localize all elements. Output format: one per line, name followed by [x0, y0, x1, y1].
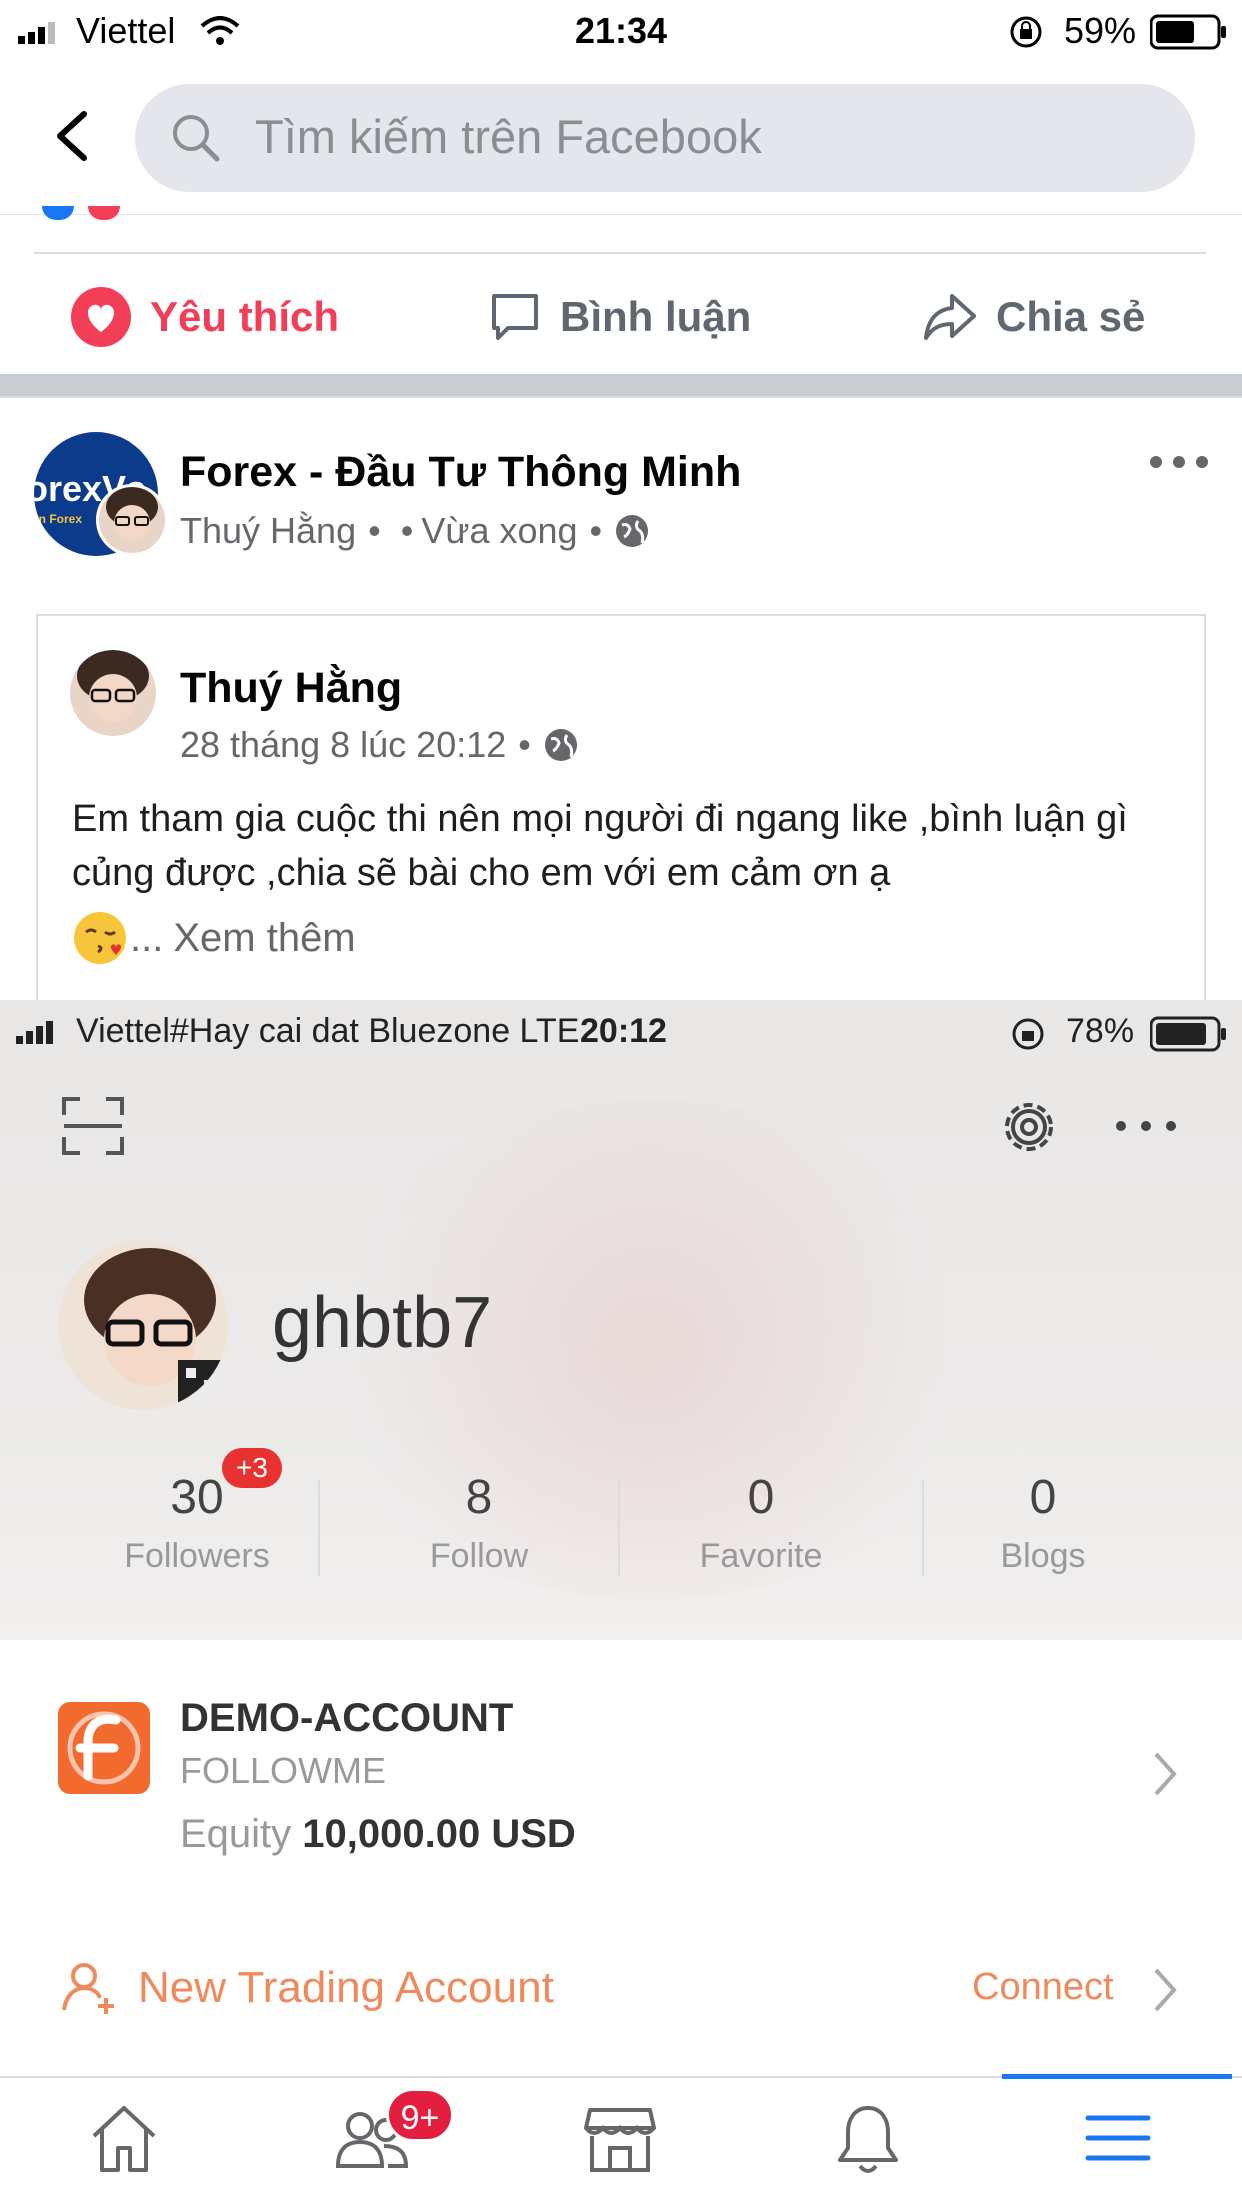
like-label: Yêu thích: [150, 293, 340, 340]
share-label: Chia sẻ: [996, 293, 1146, 340]
account-subtitle: FOLLOWME: [180, 1750, 387, 1791]
post-meta: Thuý Hằng • • Vừa xong •: [180, 510, 650, 552]
like-reaction-icon: [42, 206, 74, 220]
battery-percent: 59%: [1064, 10, 1137, 51]
share-button[interactable]: Chia sẻ: [922, 282, 1145, 352]
image-battery-percent: 78%: [1066, 1012, 1135, 1050]
meta-dot: •: [589, 510, 603, 551]
ellipsis: ...: [130, 915, 164, 960]
meta-dot: •: [368, 510, 381, 551]
account-title[interactable]: DEMO-ACCOUNT: [180, 1696, 513, 1741]
person-photo-icon: [77, 650, 149, 722]
chevron-right-icon[interactable]: [1150, 1748, 1180, 1800]
bottom-nav: [0, 2076, 1242, 2208]
stat-label: Blogs: [1000, 1537, 1086, 1575]
shared-author-name[interactable]: Thuý Hằng: [180, 664, 402, 713]
stat-value: 0: [747, 1471, 775, 1524]
stat-blogs[interactable]: 0 Blogs: [902, 1440, 1184, 1576]
followers-badge: +3: [222, 1448, 282, 1488]
back-arrow-icon[interactable]: [50, 110, 92, 162]
author-name[interactable]: Thuý Hằng: [180, 510, 356, 552]
person-photo-icon: [84, 1248, 228, 1410]
search-icon: [173, 115, 220, 162]
globe-icon: [544, 729, 577, 761]
person-photo-icon: [106, 487, 158, 541]
like-button[interactable]: Yêu thích: [70, 282, 339, 352]
comment-label: Bình luận: [560, 293, 752, 340]
new-trading-account-button[interactable]: New Trading Account: [62, 1960, 554, 2016]
meta-dot: •: [518, 724, 531, 765]
globe-icon: [616, 515, 649, 547]
profile-avatar[interactable]: [58, 1240, 228, 1410]
friends-badge: 9+: [386, 2088, 454, 2142]
search-bar[interactable]: Tìm kiếm trên Facebook: [135, 84, 1195, 192]
stat-value: 30: [170, 1471, 224, 1524]
account-equity: Equity 10,000.00 USD: [180, 1812, 576, 1857]
feed-separator-line: [0, 396, 1242, 398]
love-reaction-icon: [88, 206, 120, 220]
connect-link[interactable]: Connect: [972, 1966, 1114, 2009]
shared-post-date[interactable]: 28 tháng 8 lúc 20:12: [180, 724, 506, 766]
heart-icon: [71, 287, 131, 347]
stat-label: Favorite: [699, 1537, 823, 1575]
post-time[interactable]: Vừa xong: [421, 510, 577, 552]
signal-icon: [16, 1021, 53, 1044]
page-name[interactable]: Forex - Đầu Tư Thông Minh: [180, 448, 741, 497]
author-mini-avatar[interactable]: [96, 484, 168, 556]
tab-menu[interactable]: [994, 2100, 1242, 2190]
meta-dot: •: [400, 510, 414, 551]
search-placeholder: Tìm kiếm trên Facebook: [255, 110, 762, 163]
shared-post-text: Em tham gia cuộc thi nên mọi người đi ng…: [72, 798, 1128, 894]
stat-label: Follow: [429, 1537, 529, 1575]
comment-icon: [492, 294, 538, 340]
tab-home[interactable]: [0, 2100, 248, 2190]
active-tab-indicator: [1002, 2074, 1232, 2079]
stat-follow[interactable]: 8 Follow: [338, 1440, 620, 1576]
stat-favorite[interactable]: 0 Favorite: [620, 1440, 902, 1576]
marketplace-icon: [584, 2108, 656, 2172]
home-icon: [92, 2106, 156, 2172]
bell-icon: [838, 2106, 898, 2173]
shared-post-meta: 28 tháng 8 lúc 20:12 •: [180, 724, 579, 766]
reactions-divider: [34, 252, 1206, 254]
add-user-icon: [62, 1963, 114, 2014]
comment-button[interactable]: Bình luận: [488, 282, 751, 352]
header-divider: [0, 214, 1242, 215]
rotation-lock-icon: [1010, 16, 1042, 48]
stat-divider: [318, 1480, 320, 1576]
clock: 21:34: [574, 10, 668, 51]
feed-separator: [0, 374, 1242, 396]
kissing-face-emoji-icon: [74, 912, 126, 964]
followme-logo-icon: [58, 1702, 150, 1794]
profile-username: ghbtb7: [272, 1283, 493, 1363]
share-icon: [924, 294, 976, 340]
stat-value: 8: [465, 1471, 493, 1524]
battery-icon: [1150, 1016, 1226, 1052]
shared-author-avatar[interactable]: [70, 650, 156, 736]
gear-icon[interactable]: [996, 1094, 1062, 1160]
stat-value: 0: [1029, 1471, 1057, 1524]
more-options-icon[interactable]: [1150, 450, 1208, 474]
chevron-right-icon[interactable]: [1150, 1964, 1180, 2016]
menu-icon: [1085, 2115, 1151, 2161]
more-options-icon[interactable]: [1113, 1118, 1179, 1134]
scan-icon[interactable]: [60, 1095, 126, 1157]
see-more-row: ... Xem thêm: [72, 910, 356, 966]
tab-notifications[interactable]: [744, 2100, 992, 2190]
new-trading-account-label: New Trading Account: [138, 1963, 554, 2012]
stat-followers[interactable]: 30 Followers: [56, 1440, 338, 1576]
equity-value: 10,000.00 USD: [302, 1812, 576, 1856]
page-logo-subtext: ân Forex: [34, 512, 83, 526]
status-bar: Viettel 21:34 59%: [0, 0, 1242, 62]
tab-friends[interactable]: [248, 2100, 496, 2190]
image-carrier-label: Viettel#Hay cai dat Bluezone LTE: [76, 1012, 580, 1050]
battery-icon: [1150, 14, 1226, 50]
stat-label: Followers: [124, 1537, 270, 1575]
equity-label: Equity: [180, 1812, 292, 1856]
image-clock: 20:12: [580, 1012, 667, 1050]
see-more-link[interactable]: Xem thêm: [173, 916, 355, 961]
rotation-lock-icon: [1012, 1018, 1044, 1050]
post-image[interactable]: Viettel#Hay cai dat Bluezone LTE 20:12 7…: [0, 1000, 1242, 2080]
tab-marketplace[interactable]: [496, 2100, 744, 2190]
